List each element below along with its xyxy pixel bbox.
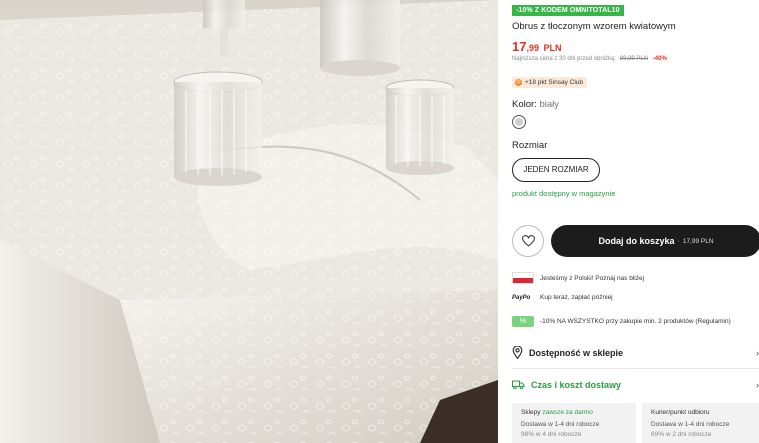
delivery-cards: Sklepy zawsze za darmo Dostawa w 1-4 dni… [512,403,759,443]
club-points-badge: ◎ +18 pkt Sinsay Club [512,77,587,88]
lowest-price-info: Najniższa cena z 30 dni przed obniżką: 8… [512,56,667,62]
product-title: Obrus z tłoczonym wzorem kwiatowym [512,21,676,32]
product-details: -10% Z KODEM OMNITOTAL10 Obrus z tłoczon… [512,0,759,443]
product-price: 17,99 PLN [512,38,561,56]
add-to-cart-button[interactable]: Dodaj do koszyka · 17,99 PLN [551,225,759,257]
color-label-text: Kolor: [512,99,537,110]
price-decimal: ,99 [526,43,539,53]
poland-info-text: Jesteśmy z Polski! Poznaj nas bliżej [540,274,645,282]
promo-badge: -10% Z KODEM OMNITOTAL10 [512,5,624,16]
size-label: Rozmiar [512,140,548,151]
carafe [320,0,400,76]
glass-left [173,71,263,186]
poland-info[interactable]: Jesteśmy z Polski! Poznaj nas bliżej [512,272,644,284]
tablecloth-photo [0,0,498,443]
delivery-label: Czas i koszt dostawy [531,379,622,390]
color-label: Kolor: biały [512,99,559,110]
availability-text: produkt dostępny w magazynie [512,189,616,198]
truck-icon [512,380,525,390]
add-to-cart-price: 17,99 PLN [682,237,714,245]
glass-right [385,79,455,175]
delivery-card-heading: Kurier/punkt odbioru [651,409,757,416]
color-swatch-white[interactable] [512,115,526,129]
delivery-row[interactable]: Czas i koszt dostawy › [512,379,759,390]
delivery-card-stores: Sklepy zawsze za darmo Dostawa w 1-4 dni… [512,403,636,443]
discount-percent: -40% [652,56,667,62]
delivery-card-title: Sklepy [521,409,541,416]
location-pin-icon [512,346,523,359]
delivery-card-time: Dostawa w 1-4 dni robocze [651,421,730,428]
add-to-cart-separator: · [677,237,680,245]
wishlist-button[interactable] [512,225,544,257]
delivery-card-time: Dostawa w 1-4 dni robocze [521,421,600,428]
add-to-cart-label: Dodaj do koszyka [598,236,675,246]
paypo-info: PayPo Kup teraz, zapłać później [512,294,613,301]
discount-info-text: -10% NA WSZYSTKO przy zakupie min. 2 pro… [540,318,731,325]
club-icon: ◎ [515,79,522,86]
paypo-logo-icon: PayPo [512,294,531,301]
discount-info[interactable]: % -10% NA WSZYSTKO przy zakupie min. 2 p… [512,316,731,327]
delivery-card-free: zawsze za darmo [542,409,593,416]
store-availability-label: Dostępność w sklepie [529,347,624,358]
delivery-card-courier: Kurier/punkt odbioru Dostawa w 1-4 dni r… [642,403,759,443]
color-value: biały [539,99,560,110]
poland-flag-icon [512,272,534,284]
size-option-button[interactable]: JEDEN ROZMIAR [512,158,600,182]
price-integer: 17 [512,39,527,54]
delivery-card-stat: 98% w 4 dni robocze [521,431,582,438]
delivery-card-stat: 69% w 2 dni robocze [651,431,712,438]
tag-icon: % [512,316,534,327]
old-price: 89,99 PLN [619,56,649,62]
paypo-info-text: Kup teraz, zapłać później [540,294,613,301]
delivery-card-title: Kurier/punkt odbioru [651,409,710,416]
club-points-text: +18 pkt Sinsay Club [525,79,583,86]
heart-icon [521,235,535,247]
price-currency: PLN [543,43,562,53]
divider [512,368,759,369]
delivery-card-heading: Sklepy zawsze za darmo [521,409,627,416]
lowest-price-label: Najniższa cena z 30 dni przed obniżką: [512,56,617,62]
store-availability-row[interactable]: Dostępność w sklepie › [512,346,759,359]
product-photo[interactable] [0,0,498,443]
